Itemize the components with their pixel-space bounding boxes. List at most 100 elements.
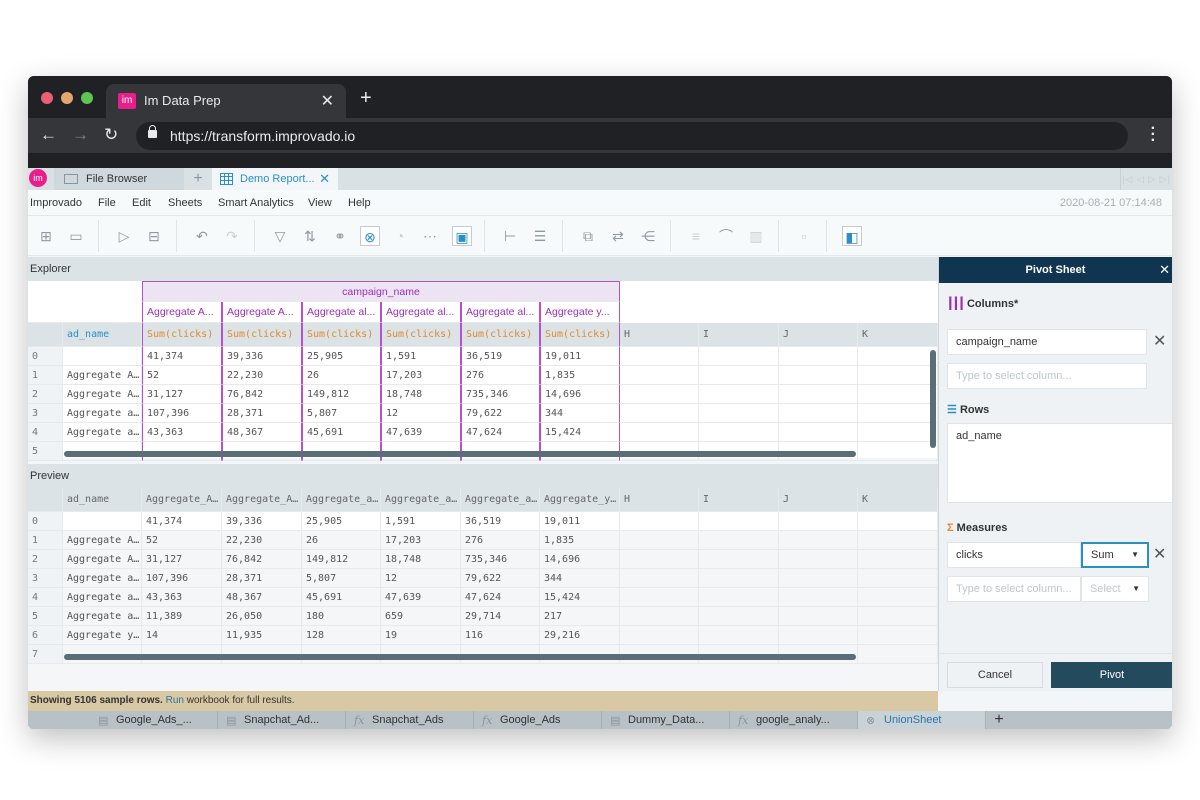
data-cell[interactable]: 11,389 <box>142 607 222 626</box>
empty-cell[interactable] <box>858 347 938 366</box>
menu-smart-analytics[interactable]: Smart Analytics <box>218 197 294 209</box>
bridge-icon[interactable]: ⌒ <box>716 226 736 246</box>
data-cell[interactable]: 15,424 <box>540 588 620 607</box>
aggregation-select[interactable]: Sum ▼ <box>1081 542 1149 568</box>
data-cell[interactable]: 45,691 <box>302 588 381 607</box>
data-cell[interactable]: 79,622 <box>461 569 540 588</box>
data-cell[interactable]: 26 <box>302 531 381 550</box>
empty-cell[interactable] <box>699 531 779 550</box>
horizontal-scrollbar[interactable] <box>64 654 856 660</box>
column-header[interactable]: Aggregate_A… <box>222 488 302 512</box>
measure-header[interactable]: Sum(clicks) <box>461 323 540 347</box>
data-cell[interactable]: 52 <box>142 366 222 385</box>
data-cell[interactable]: 217 <box>540 607 620 626</box>
pivot-column-header[interactable]: Aggregate al... <box>461 302 540 323</box>
row-number[interactable]: 6 <box>28 626 63 645</box>
redo-icon[interactable]: ↷ <box>222 226 242 246</box>
empty-cell[interactable] <box>620 607 699 626</box>
tab-pager-icon[interactable]: |◁ ◁ ▷ ▷| <box>1120 168 1172 190</box>
back-icon[interactable]: ← <box>40 125 57 145</box>
row-name-cell[interactable]: Aggregate a… <box>63 569 142 588</box>
measure-header[interactable]: Sum(clicks) <box>540 323 620 347</box>
menu-sheets[interactable]: Sheets <box>168 197 202 209</box>
data-cell[interactable]: 39,336 <box>222 512 302 531</box>
row-number-header[interactable] <box>28 488 63 512</box>
empty-cell[interactable] <box>699 588 779 607</box>
side-panel-icon[interactable]: ◧ <box>842 226 862 246</box>
measure-header[interactable]: Sum(clicks) <box>302 323 381 347</box>
column-header[interactable]: Aggregate_A… <box>142 488 222 512</box>
data-cell[interactable]: 79,622 <box>461 404 540 423</box>
empty-cell[interactable] <box>779 550 858 569</box>
empty-cell[interactable] <box>779 626 858 645</box>
row-number[interactable]: 1 <box>28 366 63 385</box>
sheet-tab[interactable]: fx google_analy... <box>730 711 858 729</box>
empty-cell[interactable] <box>858 423 938 442</box>
data-cell[interactable]: 12 <box>381 404 461 423</box>
empty-cell[interactable] <box>620 347 699 366</box>
empty-cell[interactable] <box>620 626 699 645</box>
aggregation-select-empty[interactable]: Select ▼ <box>1081 576 1149 602</box>
sheet-tab[interactable]: ▤ Snapchat_Ad... <box>218 711 346 729</box>
close-panel-icon[interactable]: ✕ <box>1159 257 1170 283</box>
empty-cell[interactable] <box>699 347 779 366</box>
columns-field[interactable]: campaign_name <box>947 329 1147 355</box>
cancel-button[interactable]: Cancel <box>947 662 1043 688</box>
column-header[interactable]: K <box>858 488 938 512</box>
run-icon[interactable]: ▷ <box>114 226 134 246</box>
pivot-column-header[interactable]: Aggregate A... <box>222 302 302 323</box>
new-tab-button[interactable]: + <box>360 88 372 108</box>
empty-cell[interactable] <box>620 404 699 423</box>
empty-cell[interactable] <box>699 404 779 423</box>
empty-cell[interactable] <box>779 404 858 423</box>
link-icon[interactable]: ⚭ <box>330 226 350 246</box>
empty-cell[interactable] <box>858 442 938 461</box>
data-cell[interactable]: 344 <box>540 569 620 588</box>
hierarchy-icon[interactable]: ⧉ <box>578 226 598 246</box>
data-cell[interactable]: 25,905 <box>302 512 381 531</box>
data-cell[interactable]: 41,374 <box>142 512 222 531</box>
empty-cell[interactable] <box>779 385 858 404</box>
data-cell[interactable]: 12 <box>381 569 461 588</box>
data-cell[interactable]: 14,696 <box>540 385 620 404</box>
empty-cell[interactable] <box>779 569 858 588</box>
data-cell[interactable]: 48,367 <box>222 588 302 607</box>
empty-cell[interactable] <box>858 385 938 404</box>
data-cell[interactable]: 276 <box>461 366 540 385</box>
empty-cell[interactable] <box>858 607 938 626</box>
indent-icon[interactable]: ≡ <box>686 226 706 246</box>
rows-field[interactable]: ad_name <box>947 423 1172 503</box>
row-name-cell[interactable]: Aggregate a… <box>63 423 142 442</box>
measure-header[interactable]: Sum(clicks) <box>222 323 302 347</box>
empty-cell[interactable] <box>699 512 779 531</box>
empty-cell[interactable] <box>858 645 938 664</box>
row-name-cell[interactable]: Aggregate a… <box>63 404 142 423</box>
row-name-cell[interactable]: Aggregate A… <box>63 550 142 569</box>
data-cell[interactable]: 19,011 <box>540 347 620 366</box>
data-cell[interactable]: 17,203 <box>381 366 461 385</box>
data-cell[interactable]: 14 <box>142 626 222 645</box>
filter-icon[interactable]: ▽ <box>270 226 290 246</box>
row-number[interactable]: 3 <box>28 404 63 423</box>
data-cell[interactable]: 19,011 <box>540 512 620 531</box>
browser-menu-icon[interactable]: · · · <box>1151 121 1156 149</box>
empty-cell[interactable] <box>858 569 938 588</box>
pivot-icon[interactable]: ▣ <box>452 226 472 246</box>
data-cell[interactable]: 29,216 <box>540 626 620 645</box>
data-cell[interactable]: 15,424 <box>540 423 620 442</box>
data-cell[interactable]: 28,371 <box>222 569 302 588</box>
minimize-window-button[interactable] <box>61 92 73 104</box>
sheet-tab[interactable]: fx Google_Ads <box>474 711 602 729</box>
data-cell[interactable]: 76,842 <box>222 385 302 404</box>
empty-cell[interactable] <box>620 550 699 569</box>
row-number-header[interactable] <box>28 323 63 347</box>
row-number[interactable]: 4 <box>28 423 63 442</box>
swap-icon[interactable]: ⇄ <box>608 226 628 246</box>
empty-cell[interactable] <box>858 404 938 423</box>
row-number[interactable]: 2 <box>28 385 63 404</box>
browser-tab[interactable]: im Im Data Prep ✕ <box>106 84 346 118</box>
data-cell[interactable]: 47,624 <box>461 423 540 442</box>
data-cell[interactable]: 116 <box>461 626 540 645</box>
column-header[interactable]: I <box>699 488 779 512</box>
maximize-window-button[interactable] <box>81 92 93 104</box>
